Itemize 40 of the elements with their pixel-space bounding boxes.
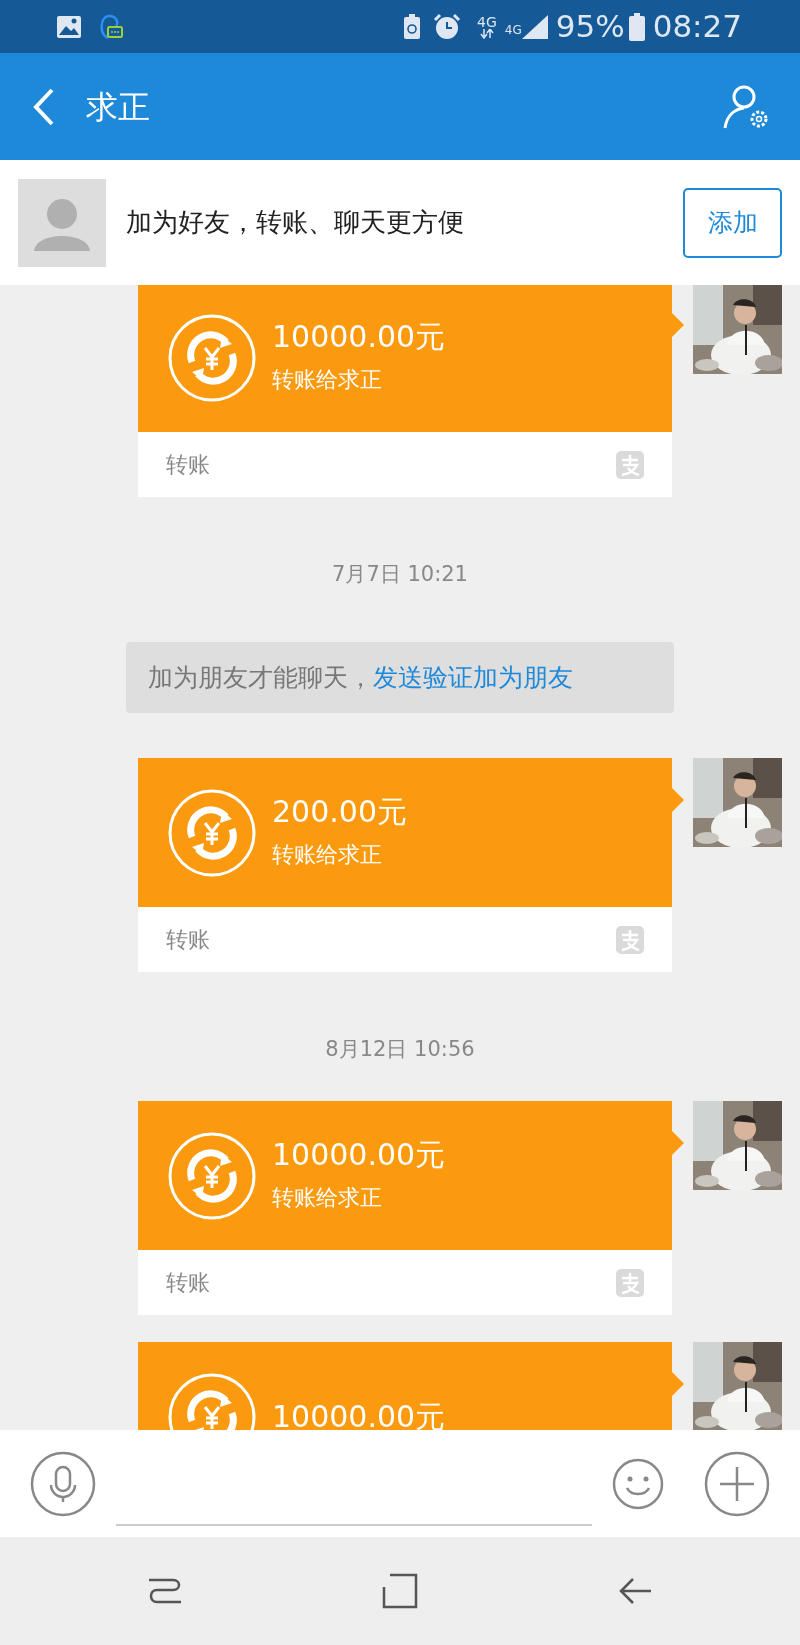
timestamp: 7月7日 10:21 [332,562,468,586]
payment-logo-icon [616,925,644,954]
battery-percent: 95% [555,11,625,42]
back-icon[interactable] [32,86,56,127]
payment-logo-icon [616,450,644,479]
image-icon [56,14,82,39]
alarm-icon [433,12,462,41]
microphone-icon[interactable] [30,1450,96,1517]
verification-link[interactable]: 发送验证加为朋友 [373,662,573,692]
payment-logo-icon [616,1268,644,1297]
battery-saver-icon [403,13,422,40]
transfer-recipient: 转账给求正 [272,841,383,869]
network-label: 4G [477,14,497,29]
notice-text: 加为朋友才能聊天，发送验证加为朋友 [148,661,573,694]
transfer-recipient: 转账给求正 [272,1184,383,1212]
profile-settings-icon[interactable] [722,83,770,130]
transfer-recipient: 转账给求正 [272,366,383,394]
transfer-amount: 10000.00元 [272,1137,446,1173]
transfer-yuan-icon [168,788,256,877]
avatar-placeholder-icon [18,178,106,267]
friend-prompt-text: 加为好友，转账、聊天更方便 [126,206,465,239]
add-friend-button[interactable]: 添加 [683,187,782,258]
battery-icon [628,12,645,41]
emoji-icon[interactable] [612,1457,664,1510]
transfer-amount: 10000.00元 [272,1399,446,1430]
clock: 08:27 [652,11,742,42]
signal-icon [521,14,548,39]
chat-title: 求正 [86,86,150,128]
transfer-yuan-icon [168,313,256,402]
signal-label: 4G [504,22,522,39]
home-icon[interactable] [382,1573,418,1609]
transfer-label: 转账 [166,926,210,954]
transfer-label: 转账 [166,451,210,479]
transfer-yuan-icon [168,1131,256,1220]
timestamp: 8月12日 10:56 [325,1037,475,1061]
transfer-label: 转账 [166,1269,210,1297]
plus-icon[interactable] [704,1450,770,1517]
transfer-amount: 10000.00元 [272,319,446,355]
transfer-amount: 200.00元 [272,794,407,830]
data-arrows-icon [479,28,494,39]
